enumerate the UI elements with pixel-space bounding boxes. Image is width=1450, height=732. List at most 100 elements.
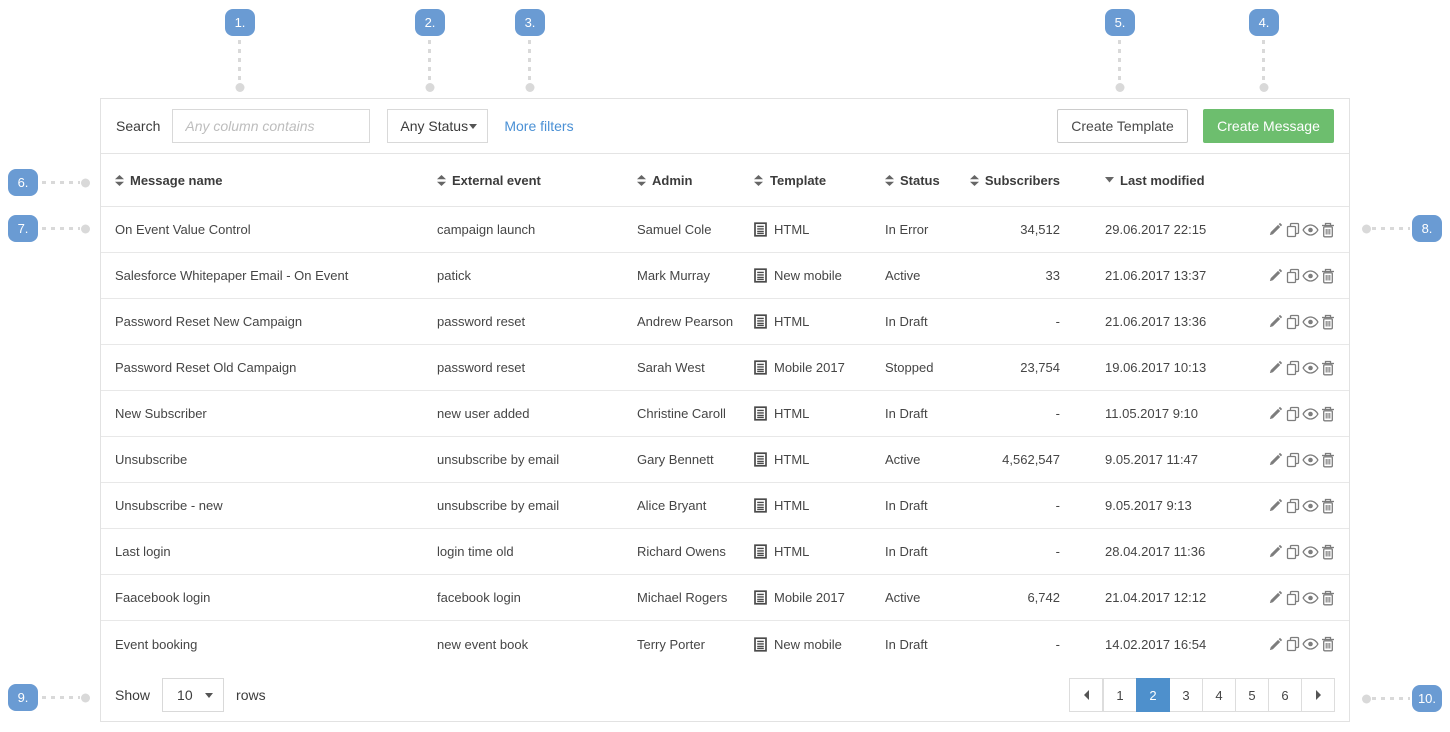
delete-icon[interactable] xyxy=(1321,590,1335,606)
delete-icon[interactable] xyxy=(1321,314,1335,330)
table-row[interactable]: Unsubscribe - new unsubscribe by email A… xyxy=(101,483,1349,529)
template-document-icon xyxy=(754,544,767,559)
template-document-icon xyxy=(754,590,767,605)
edit-icon[interactable] xyxy=(1268,637,1283,652)
column-header-template[interactable]: Template xyxy=(754,173,885,188)
cell-subscribers: 33 xyxy=(975,268,1060,283)
duplicate-icon[interactable] xyxy=(1285,636,1301,652)
sort-icon xyxy=(970,175,979,186)
duplicate-icon[interactable] xyxy=(1285,406,1301,422)
edit-icon[interactable] xyxy=(1268,314,1283,329)
annotation-connector-8 xyxy=(1372,227,1410,230)
table-row[interactable]: On Event Value Control campaign launch S… xyxy=(101,207,1349,253)
pagination-page-4[interactable]: 4 xyxy=(1202,678,1236,712)
pagination-page-3[interactable]: 3 xyxy=(1169,678,1203,712)
preview-icon[interactable] xyxy=(1302,500,1319,512)
table-footer: Show 10 rows 123456 xyxy=(101,667,1349,723)
sort-icon xyxy=(437,175,446,186)
column-header-subscribers[interactable]: Subscribers xyxy=(975,173,1060,188)
column-label: External event xyxy=(452,173,541,188)
table-row[interactable]: Faacebook login facebook login Michael R… xyxy=(101,575,1349,621)
create-message-button[interactable]: Create Message xyxy=(1203,109,1334,143)
pagination-page-1[interactable]: 1 xyxy=(1103,678,1137,712)
delete-icon[interactable] xyxy=(1321,544,1335,560)
duplicate-icon[interactable] xyxy=(1285,360,1301,376)
edit-icon[interactable] xyxy=(1268,498,1283,513)
table-row[interactable]: New Subscriber new user added Christine … xyxy=(101,391,1349,437)
table-row[interactable]: Unsubscribe unsubscribe by email Gary Be… xyxy=(101,437,1349,483)
duplicate-icon[interactable] xyxy=(1285,268,1301,284)
status-filter-dropdown[interactable]: Any Status xyxy=(387,109,488,143)
edit-icon[interactable] xyxy=(1268,544,1283,559)
rows-per-page-dropdown[interactable]: 10 xyxy=(162,678,224,712)
show-label: Show xyxy=(115,687,150,703)
edit-icon[interactable] xyxy=(1268,222,1283,237)
cell-admin: Andrew Pearson xyxy=(637,314,754,329)
cell-template: HTML xyxy=(754,222,885,237)
search-input[interactable] xyxy=(172,109,370,143)
cell-status: In Draft xyxy=(885,406,975,421)
preview-icon[interactable] xyxy=(1302,592,1319,604)
cell-subscribers: 4,562,547 xyxy=(975,452,1060,467)
duplicate-icon[interactable] xyxy=(1285,314,1301,330)
create-template-button[interactable]: Create Template xyxy=(1057,109,1188,143)
column-header-last-modified[interactable]: Last modified xyxy=(1060,173,1250,188)
edit-icon[interactable] xyxy=(1268,452,1283,467)
cell-subscribers: - xyxy=(975,498,1060,513)
cell-template: HTML xyxy=(754,544,885,559)
more-filters-link[interactable]: More filters xyxy=(504,118,573,134)
column-header-external-event[interactable]: External event xyxy=(437,173,637,188)
pagination-next-button[interactable] xyxy=(1301,678,1335,712)
preview-icon[interactable] xyxy=(1302,270,1319,282)
edit-icon[interactable] xyxy=(1268,406,1283,421)
preview-icon[interactable] xyxy=(1302,546,1319,558)
edit-icon[interactable] xyxy=(1268,360,1283,375)
screen: 1. 2. 3. 5. 4. 6. 7. 9. 8. 10. Search An… xyxy=(0,0,1450,732)
column-header-admin[interactable]: Admin xyxy=(637,173,754,188)
table-row[interactable]: Password Reset Old Campaign password res… xyxy=(101,345,1349,391)
duplicate-icon[interactable] xyxy=(1285,222,1301,238)
pagination-page-6[interactable]: 6 xyxy=(1268,678,1302,712)
delete-icon[interactable] xyxy=(1321,268,1335,284)
edit-icon[interactable] xyxy=(1268,268,1283,283)
table-row[interactable]: Password Reset New Campaign password res… xyxy=(101,299,1349,345)
template-name: HTML xyxy=(774,544,809,559)
column-header-message-name[interactable]: Message name xyxy=(115,173,437,188)
pagination-page-5[interactable]: 5 xyxy=(1235,678,1269,712)
table-row[interactable]: Last login login time old Richard Owens … xyxy=(101,529,1349,575)
cell-status: In Draft xyxy=(885,314,975,329)
preview-icon[interactable] xyxy=(1302,454,1319,466)
edit-icon[interactable] xyxy=(1268,590,1283,605)
delete-icon[interactable] xyxy=(1321,406,1335,422)
preview-icon[interactable] xyxy=(1302,362,1319,374)
cell-admin: Sarah West xyxy=(637,360,754,375)
delete-icon[interactable] xyxy=(1321,452,1335,468)
duplicate-icon[interactable] xyxy=(1285,452,1301,468)
preview-icon[interactable] xyxy=(1302,638,1319,650)
duplicate-icon[interactable] xyxy=(1285,590,1301,606)
cell-admin: Mark Murray xyxy=(637,268,754,283)
duplicate-icon[interactable] xyxy=(1285,544,1301,560)
preview-icon[interactable] xyxy=(1302,408,1319,420)
cell-message-name: Salesforce Whitepaper Email - On Event xyxy=(115,268,437,283)
cell-message-name: Last login xyxy=(115,544,437,559)
column-header-status[interactable]: Status xyxy=(885,173,975,188)
cell-subscribers: - xyxy=(975,406,1060,421)
cell-external-event: unsubscribe by email xyxy=(437,498,637,513)
delete-icon[interactable] xyxy=(1321,636,1335,652)
column-label: Subscribers xyxy=(985,173,1060,188)
template-document-icon xyxy=(754,406,767,421)
preview-icon[interactable] xyxy=(1302,316,1319,328)
table-row[interactable]: Salesforce Whitepaper Email - On Event p… xyxy=(101,253,1349,299)
preview-icon[interactable] xyxy=(1302,224,1319,236)
template-document-icon xyxy=(754,498,767,513)
table-row[interactable]: Event booking new event book Terry Porte… xyxy=(101,621,1349,667)
annotation-connector-7 xyxy=(42,227,80,230)
pagination-prev-button[interactable] xyxy=(1069,678,1103,712)
delete-icon[interactable] xyxy=(1321,360,1335,376)
pagination-page-2-active[interactable]: 2 xyxy=(1136,678,1170,712)
delete-icon[interactable] xyxy=(1321,222,1335,238)
template-name: HTML xyxy=(774,406,809,421)
delete-icon[interactable] xyxy=(1321,498,1335,514)
duplicate-icon[interactable] xyxy=(1285,498,1301,514)
